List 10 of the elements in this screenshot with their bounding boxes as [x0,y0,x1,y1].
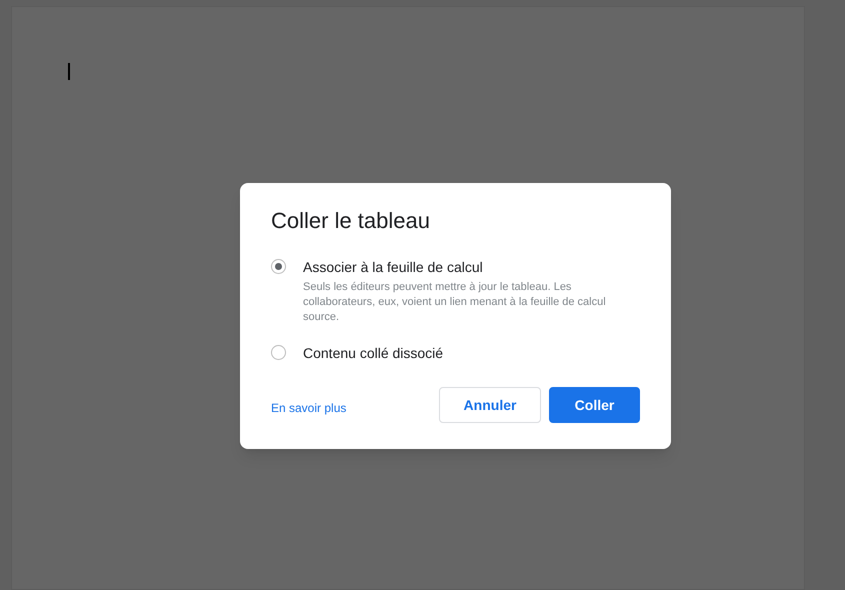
radio-button[interactable] [271,259,286,274]
option-description: Seuls les éditeurs peuvent mettre à jour le tableau. Les collaborateurs, eux, voient un lien menant à la feuille de calcul source. [303,280,607,325]
cancel-button[interactable]: Annuler [439,387,541,423]
option-label: Associer à la feuille de calcul [303,258,484,277]
text-cursor [68,63,70,80]
dialog-title: Coller le tableau [271,207,431,235]
paste-button[interactable]: Coller [549,387,640,423]
option-label: Contenu collé dissocié [303,344,444,363]
learn-more-link[interactable]: En savoir plus [271,398,346,416]
radio-button[interactable] [271,345,286,360]
